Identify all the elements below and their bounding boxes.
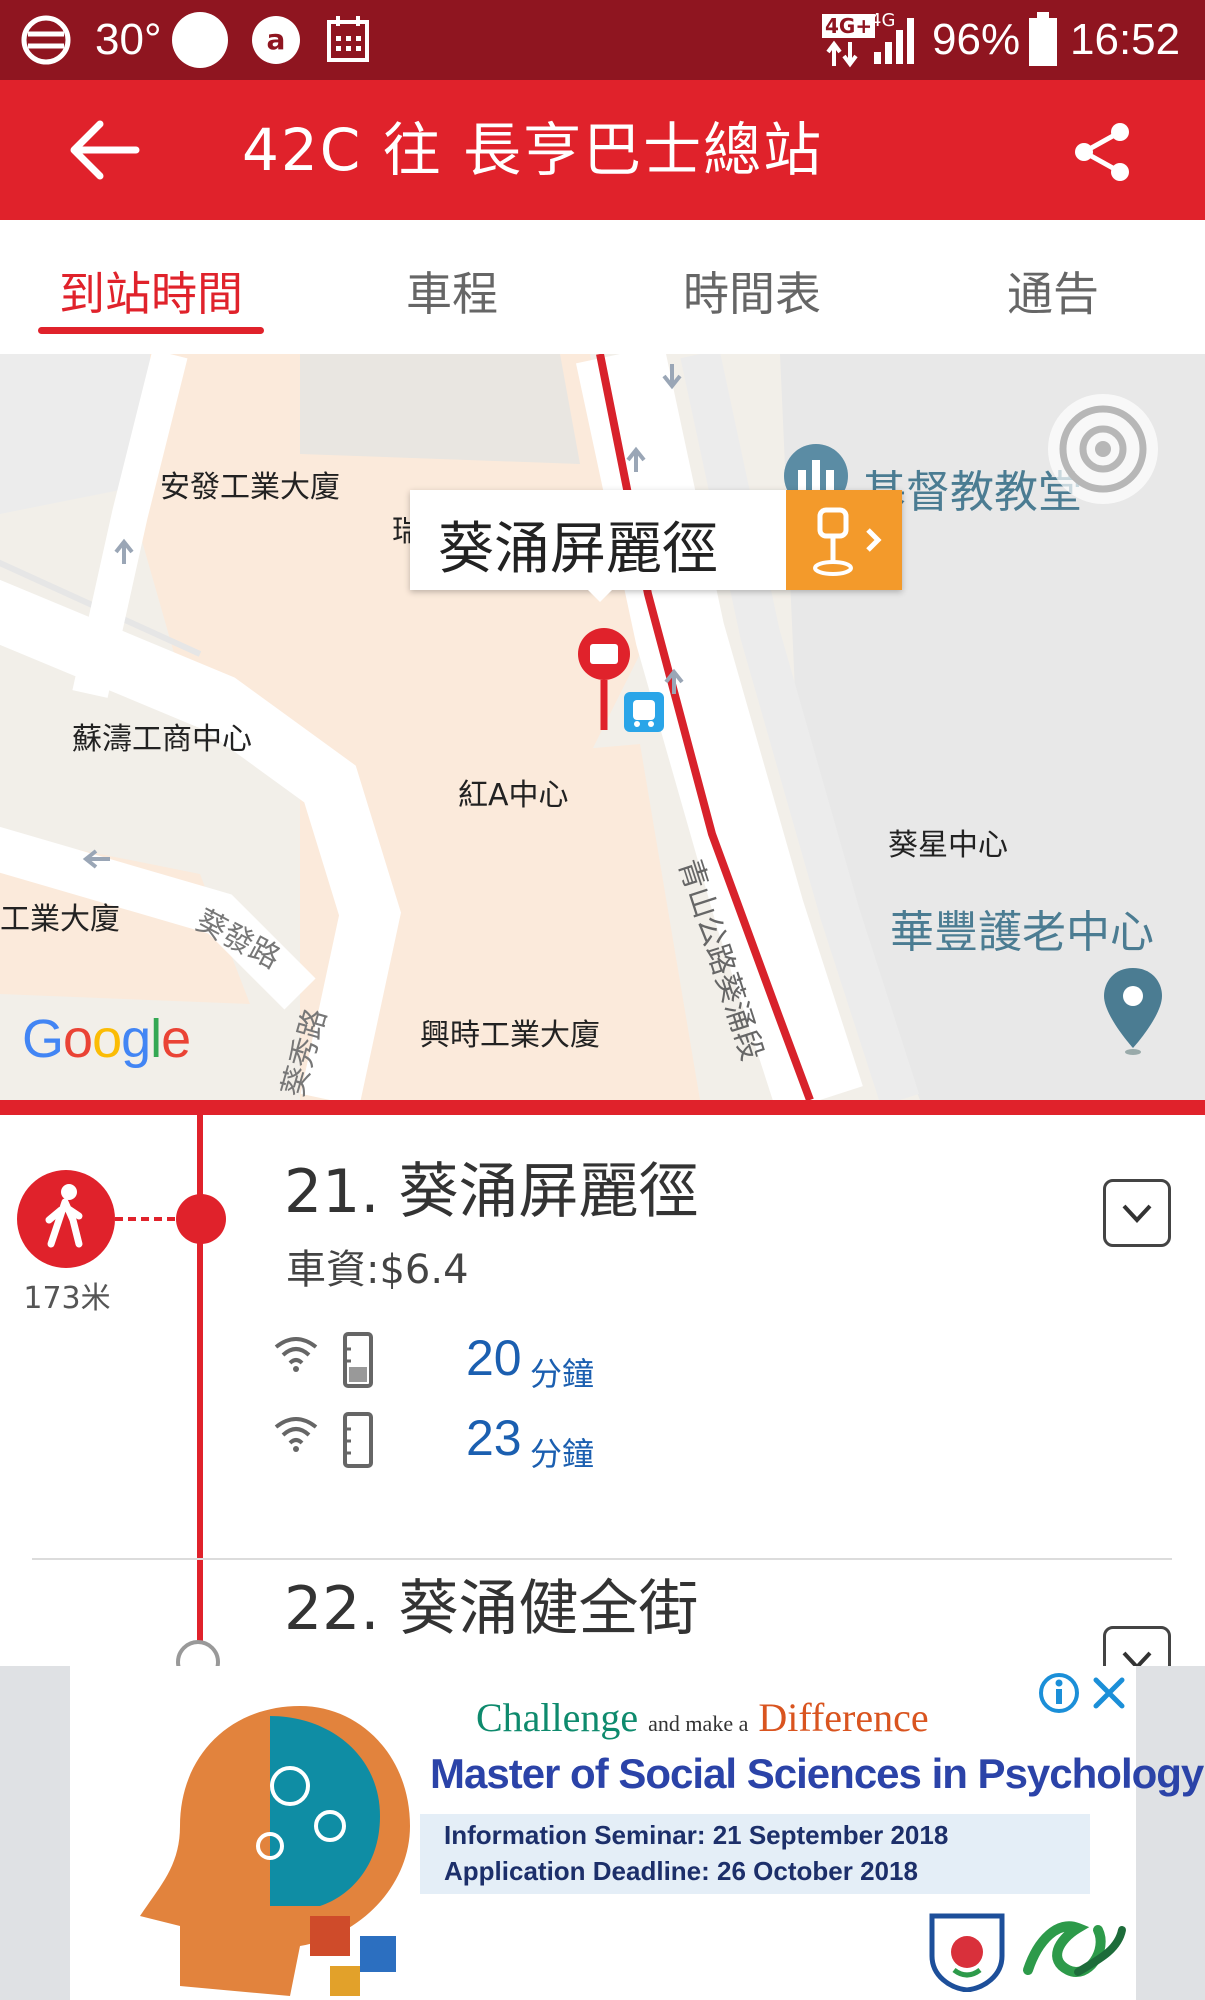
map-label: 紅A中心 — [458, 778, 569, 813]
eta-unit: 分鐘 — [530, 1355, 595, 1393]
ad-text: and make a — [648, 1711, 749, 1736]
stop-item[interactable]: 173米 21. 葵涌屏麗徑 車資:$6.4 20 分鐘 23 分鐘 — [0, 1115, 1205, 1558]
clock: 16:52 — [1070, 15, 1181, 64]
tab-arrival-time[interactable]: 到站時間 — [21, 258, 281, 324]
battery-icon — [1029, 12, 1057, 66]
university-crest-icon — [929, 1913, 1005, 1992]
chevron-down-icon — [1122, 1204, 1152, 1223]
map-divider — [0, 1100, 1205, 1115]
page-title: 42C 往 長亨巴士總站 — [242, 116, 824, 184]
bus-occupancy-icon — [343, 1412, 373, 1468]
data-transfer-icon — [826, 40, 858, 68]
tab-bar: 到站時間 車程 時間表 通告 — [0, 220, 1205, 354]
walk-distance: 173米 — [23, 1281, 111, 1316]
active-tab-indicator — [38, 327, 264, 334]
stop-dot — [176, 1194, 226, 1244]
stop-list: 173米 21. 葵涌屏麗徑 車資:$6.4 20 分鐘 23 分鐘 22. 葵… — [0, 1115, 1205, 1666]
eta-minutes: 23 — [466, 1410, 522, 1466]
back-arrow-icon[interactable] — [66, 118, 140, 182]
locate-me-button[interactable] — [1048, 394, 1158, 504]
stop-title: 21. 葵涌屏麗徑 — [284, 1157, 699, 1227]
street-view-icon — [813, 507, 882, 576]
chevron-down-icon — [1122, 1651, 1152, 1666]
svg-text:a: a — [267, 23, 286, 56]
stop-fare: 車資:$6.4 — [286, 1247, 469, 1293]
location-pin-icon[interactable] — [1100, 964, 1166, 1058]
ad-headline: Challenge and make a Difference — [476, 1694, 929, 1741]
stop-title: 22. 葵涌健全街 — [284, 1574, 699, 1644]
map-label: 華豐護老中心 — [890, 907, 1154, 958]
ad-text: Application Deadline: 26 October 2018 — [444, 1856, 918, 1886]
stop-item[interactable]: 22. 葵涌健全街 — [0, 1560, 1205, 1666]
battery-percent: 96% — [932, 15, 1021, 64]
ad-info-box: Information Seminar: 21 September 2018 A… — [420, 1814, 1090, 1894]
ad-banner[interactable]: Challenge and make a Difference Master o… — [0, 1666, 1205, 2000]
walking-person-icon — [45, 1184, 83, 1248]
sb-logo-icon — [1023, 1921, 1126, 1977]
head-graphic-icon — [140, 1706, 410, 1996]
status-bar: 30° a 4G+ 4G 96% 16:52 — [0, 0, 1205, 80]
google-logo: Google — [22, 1009, 191, 1069]
bus-stop-icon — [624, 692, 664, 732]
map-label: 安發工業大廈 — [160, 470, 340, 505]
walk-button[interactable] — [17, 1170, 115, 1268]
avast-icon: a — [252, 16, 300, 64]
eta-minutes: 20 — [466, 1330, 522, 1386]
bus-occupancy-icon — [343, 1332, 373, 1388]
ad-text: Difference — [758, 1695, 929, 1740]
callout-stop-name: 葵涌屏麗徑 — [438, 517, 718, 582]
map-label: 蘇濤工商中心 — [72, 722, 252, 757]
ad-close-icon[interactable] — [1090, 1674, 1128, 1712]
wifi-icon — [274, 1337, 318, 1372]
ad-info-icon[interactable] — [1038, 1672, 1080, 1714]
temperature: 30° — [95, 15, 162, 64]
weather-app-icon — [21, 15, 71, 65]
ad-creative[interactable]: Challenge and make a Difference Master o… — [70, 1666, 1204, 2000]
calendar-icon — [327, 16, 369, 62]
ad-text: Information Seminar: 21 September 2018 — [444, 1820, 949, 1850]
tab-notices[interactable]: 通告 — [923, 258, 1183, 324]
callout-pointer — [586, 588, 614, 602]
expand-button[interactable] — [1103, 1626, 1171, 1666]
ad-title: Master of Social Sciences in Psychology — [430, 1750, 1204, 1797]
tab-journey[interactable]: 車程 — [322, 258, 582, 324]
notification-dot-icon — [172, 12, 228, 68]
share-icon[interactable] — [1070, 120, 1134, 184]
callout-street-view-button[interactable] — [786, 490, 902, 590]
map-label: 興時工業大廈 — [420, 1018, 600, 1053]
tab-timetable[interactable]: 時間表 — [622, 258, 882, 324]
walk-dash — [115, 1217, 175, 1221]
wifi-icon — [274, 1417, 318, 1452]
network-type-badge: 4G+ — [822, 14, 876, 38]
stop-callout[interactable]: 葵涌屏麗徑 — [410, 490, 902, 602]
stop-dot — [176, 1640, 220, 1666]
eta-unit: 分鐘 — [530, 1435, 595, 1473]
expand-button[interactable] — [1103, 1179, 1171, 1247]
map-label: 工業大廈 — [0, 902, 120, 937]
map-view[interactable]: 安發工業大廈 瑞 基督教教堂 蘇濤工商中心 紅A中心 葵星中心 華豐護老中心 工… — [0, 354, 1205, 1100]
ad-text: Challenge — [476, 1695, 639, 1740]
signal-icon — [874, 18, 914, 64]
app-bar: 42C 往 長亨巴士總站 — [0, 80, 1205, 220]
crosshair-icon — [1059, 405, 1147, 493]
map-label: 葵星中心 — [888, 828, 1008, 863]
